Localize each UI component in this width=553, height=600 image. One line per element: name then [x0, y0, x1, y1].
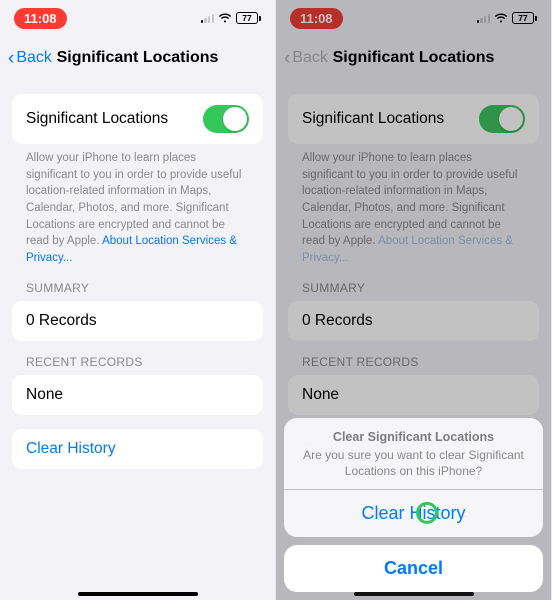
home-indicator[interactable]	[354, 592, 474, 596]
status-bar: 11:08 77	[0, 0, 275, 36]
caption-body: Allow your iPhone to learn places signif…	[302, 152, 517, 247]
status-indicators: 77	[201, 12, 261, 24]
summary-value: 0 Records	[26, 312, 97, 329]
significant-locations-toggle-row[interactable]: Significant Locations	[12, 94, 263, 144]
back-button: ‹ Back	[284, 49, 328, 68]
significant-locations-switch[interactable]	[203, 105, 249, 133]
recent-row[interactable]: None	[12, 375, 263, 415]
summary-header: SUMMARY	[288, 281, 539, 301]
status-time-pill: 11:08	[14, 8, 67, 29]
chevron-left-icon: ‹	[284, 49, 290, 68]
toggle-label: Significant Locations	[26, 110, 168, 128]
chevron-left-icon: ‹	[8, 49, 14, 68]
recent-value: None	[302, 386, 339, 403]
summary-value: 0 Records	[302, 312, 373, 329]
recent-row: None	[288, 375, 539, 415]
significant-locations-toggle-row: Significant Locations	[288, 94, 539, 144]
content: Significant Locations Allow your iPhone …	[0, 80, 275, 469]
wifi-icon	[218, 13, 232, 24]
home-indicator[interactable]	[78, 592, 198, 596]
back-label: Back	[16, 49, 52, 67]
wifi-icon	[494, 13, 508, 24]
back-label: Back	[292, 49, 328, 67]
sheet-cancel-label: Cancel	[384, 558, 443, 578]
sheet-cancel-button[interactable]: Cancel	[284, 545, 543, 592]
sheet-message: Are you sure you want to clear Significa…	[302, 447, 525, 479]
sheet-clear-history-button[interactable]: Clear History	[284, 489, 543, 537]
summary-row[interactable]: 0 Records	[12, 301, 263, 341]
recent-header: RECENT RECORDS	[288, 355, 539, 375]
status-time-pill: 11:08	[290, 8, 343, 29]
caption-text: Allow your iPhone to learn places signif…	[12, 144, 263, 267]
significant-locations-switch	[479, 105, 525, 133]
caption-body: Allow your iPhone to learn places signif…	[26, 152, 241, 247]
highlight-ring-icon	[416, 501, 438, 523]
nav-bar: ‹ Back Significant Locations	[0, 36, 275, 80]
back-button[interactable]: ‹ Back	[8, 49, 52, 68]
screen-settings: 11:08 77 ‹ Back Significant Locations Si…	[0, 0, 276, 600]
status-bar: 11:08 77	[276, 0, 551, 36]
nav-bar: ‹ Back Significant Locations	[276, 36, 551, 80]
signal-icon	[477, 13, 490, 23]
battery-icon: 77	[512, 12, 537, 24]
toggle-label: Significant Locations	[302, 110, 444, 128]
screen-settings-confirm: 11:08 77 ‹ Back Significant Locations Si…	[276, 0, 552, 600]
action-sheet-header: Clear Significant Locations Are you sure…	[284, 418, 543, 489]
recent-header: RECENT RECORDS	[12, 355, 263, 375]
recent-value: None	[26, 386, 63, 403]
clear-history-button[interactable]: Clear History	[12, 429, 263, 469]
content: Significant Locations Allow your iPhone …	[276, 80, 551, 469]
sheet-clear-history-label: Clear History	[361, 503, 465, 523]
clear-history-label: Clear History	[26, 440, 116, 457]
action-sheet: Clear Significant Locations Are you sure…	[284, 418, 543, 592]
battery-icon: 77	[236, 12, 261, 24]
summary-header: SUMMARY	[12, 281, 263, 301]
sheet-title: Clear Significant Locations	[302, 430, 525, 444]
action-sheet-block: Clear Significant Locations Are you sure…	[284, 418, 543, 537]
status-indicators: 77	[477, 12, 537, 24]
caption-text: Allow your iPhone to learn places signif…	[288, 144, 539, 267]
signal-icon	[201, 13, 214, 23]
summary-row: 0 Records	[288, 301, 539, 341]
